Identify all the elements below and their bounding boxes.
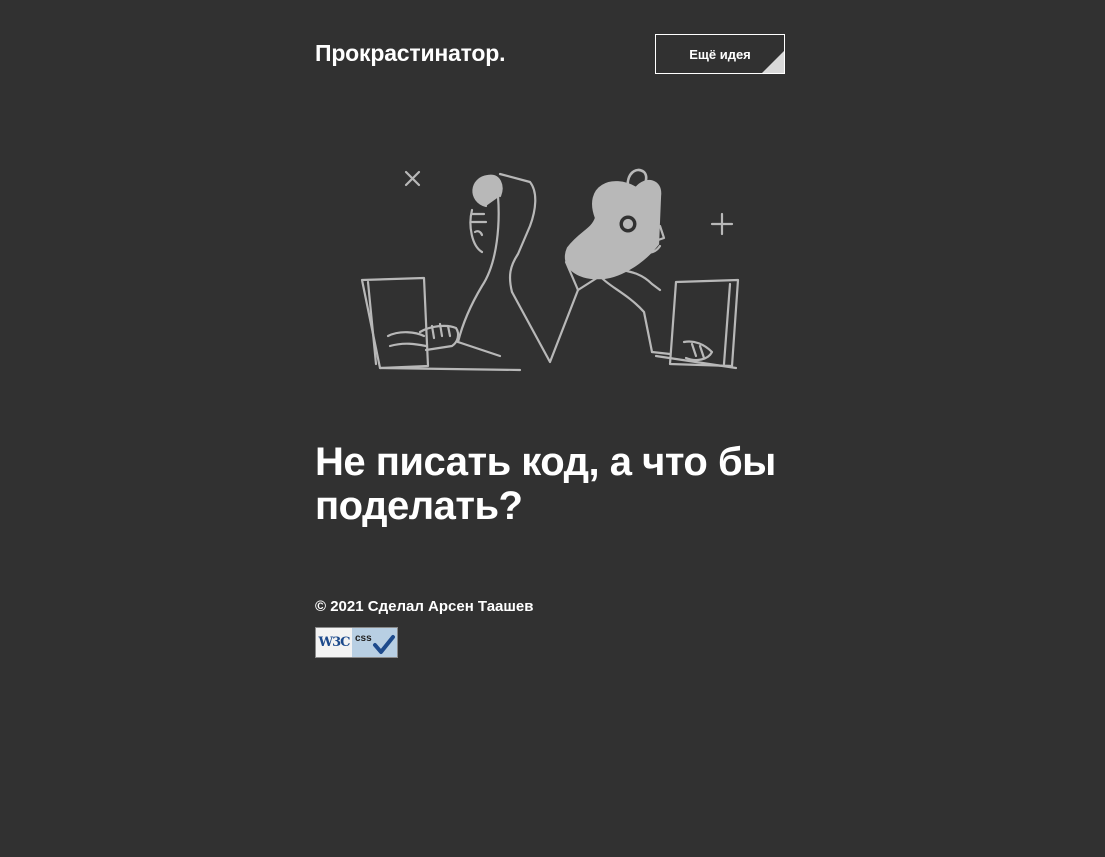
w3c-css-valid-badge[interactable]: W3C css: [315, 627, 398, 658]
plus-mark-icon: [710, 212, 734, 236]
two-coders-illustration: [360, 168, 740, 372]
next-idea-button[interactable]: Ещё идея: [655, 34, 785, 74]
right-laptop-icon: [650, 278, 740, 370]
header: Прокрастинатор. Ещё идея: [315, 34, 785, 74]
man-figure: [456, 172, 580, 364]
css-badge-part: css: [352, 628, 397, 657]
woman-figure: [564, 168, 666, 354]
footer: © 2021 Сделал Арсен Таашев W3C css: [315, 598, 785, 658]
folded-corner-icon: [762, 51, 784, 73]
copyright-text: © 2021 Сделал Арсен Таашев: [315, 598, 534, 615]
page: Прокрастинатор. Ещё идея Не писать код, …: [315, 0, 785, 658]
w3c-logo: W3C: [316, 628, 352, 657]
left-laptop-icon: [360, 276, 522, 372]
cross-mark-icon: [404, 170, 421, 187]
checkmark-icon: [373, 635, 395, 654]
site-logo[interactable]: Прокрастинатор.: [315, 40, 506, 67]
css-label: css: [355, 633, 372, 644]
headline: Не писать код, а что бы поделать?: [315, 440, 776, 528]
next-idea-button-label: Ещё идея: [689, 46, 751, 62]
